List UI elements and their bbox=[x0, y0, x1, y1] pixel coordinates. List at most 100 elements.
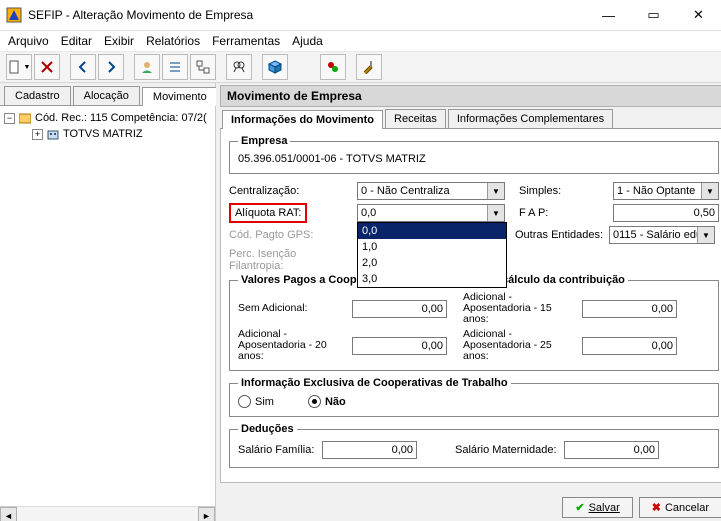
radio-nao-label: Não bbox=[325, 396, 346, 408]
toolbar-new[interactable] bbox=[6, 54, 32, 80]
cancel-button[interactable]: ✖ Cancelar bbox=[639, 497, 721, 518]
scroll-right[interactable]: ► bbox=[198, 507, 215, 521]
radio-sim-label: Sim bbox=[255, 396, 274, 408]
window-title: SEFIP - Alteração Movimento de Empresa bbox=[28, 8, 586, 22]
button-bar: ✔ Salvar ✖ Cancelar bbox=[562, 497, 721, 518]
select-outras[interactable]: 0115 - Salário educ ▼ bbox=[609, 226, 715, 244]
lbl-sem-adicional: Sem Adicional: bbox=[238, 303, 348, 314]
cancel-label: Cancelar bbox=[665, 502, 709, 514]
menubar: Arquivo Editar Exibir Relatórios Ferrame… bbox=[0, 31, 721, 52]
centralizacao-value: 0 - Não Centraliza bbox=[361, 185, 487, 197]
toolbar-list[interactable] bbox=[162, 54, 188, 80]
dropdown-option-1[interactable]: 1,0 bbox=[358, 239, 506, 255]
input-ad20[interactable] bbox=[352, 337, 447, 355]
maximize-button[interactable]: ▭ bbox=[631, 0, 676, 30]
tree-child-label: TOTVS MATRIZ bbox=[63, 128, 143, 140]
legend-deducoes: Deduções bbox=[238, 423, 297, 435]
collapse-icon[interactable]: − bbox=[4, 113, 15, 124]
menu-editar[interactable]: Editar bbox=[61, 34, 92, 48]
menu-arquivo[interactable]: Arquivo bbox=[8, 34, 49, 48]
empresa-value: 05.396.051/0001-06 - TOTVS MATRIZ bbox=[238, 151, 710, 167]
radio-nao[interactable]: Não bbox=[308, 395, 346, 408]
input-sal-familia[interactable] bbox=[322, 441, 417, 459]
form-area: Empresa 05.396.051/0001-06 - TOTVS MATRI… bbox=[220, 129, 721, 483]
select-centralizacao[interactable]: 0 - Não Centraliza ▼ bbox=[357, 182, 505, 200]
input-fap[interactable] bbox=[613, 204, 719, 222]
check-icon: ✔ bbox=[575, 501, 584, 514]
toolbar-tools[interactable] bbox=[356, 54, 382, 80]
tree-root[interactable]: − Cód. Rec.: 115 Competência: 07/2( bbox=[4, 110, 211, 126]
dropdown-option-2[interactable]: 2,0 bbox=[358, 255, 506, 271]
highlight-aliquota: Alíquota RAT: bbox=[229, 203, 307, 223]
toolbar-forward[interactable] bbox=[98, 54, 124, 80]
left-tabs: Cadastro Alocação Movimento bbox=[0, 83, 215, 106]
tab-movimento[interactable]: Movimento bbox=[142, 87, 218, 106]
lbl-simples: Simples: bbox=[519, 185, 609, 197]
menu-exibir[interactable]: Exibir bbox=[104, 34, 134, 48]
left-pane: Cadastro Alocação Movimento − Cód. Rec.:… bbox=[0, 83, 216, 521]
fieldset-empresa: Empresa 05.396.051/0001-06 - TOTVS MATRI… bbox=[229, 135, 719, 174]
save-button[interactable]: ✔ Salvar bbox=[562, 497, 632, 518]
chevron-down-icon[interactable]: ▼ bbox=[697, 227, 714, 243]
tree[interactable]: − Cód. Rec.: 115 Competência: 07/2( + TO… bbox=[0, 106, 215, 506]
minimize-button[interactable]: — bbox=[586, 0, 631, 30]
tree-child[interactable]: + TOTVS MATRIZ bbox=[32, 126, 211, 142]
itab-compl[interactable]: Informações Complementares bbox=[448, 109, 613, 128]
legend-infoexcl: Informação Exclusiva de Cooperativas de … bbox=[238, 377, 511, 389]
toolbar-tree[interactable] bbox=[190, 54, 216, 80]
dropdown-option-0[interactable]: 0,0 bbox=[358, 223, 506, 239]
chevron-down-icon[interactable]: ▼ bbox=[701, 183, 718, 199]
itab-info[interactable]: Informações do Movimento bbox=[222, 110, 383, 129]
input-ad15[interactable] bbox=[582, 300, 677, 318]
x-icon: ✖ bbox=[652, 501, 661, 514]
menu-relatorios[interactable]: Relatórios bbox=[146, 34, 200, 48]
expand-icon[interactable]: + bbox=[32, 129, 43, 140]
menu-ferramentas[interactable]: Ferramentas bbox=[212, 34, 280, 48]
scroll-left[interactable]: ◄ bbox=[0, 507, 17, 521]
toolbar-cube[interactable] bbox=[262, 54, 288, 80]
tree-hscroll[interactable]: ◄ ► bbox=[0, 506, 215, 521]
close-button[interactable]: ✕ bbox=[676, 0, 721, 30]
toolbar-user[interactable] bbox=[134, 54, 160, 80]
tab-alocacao[interactable]: Alocação bbox=[73, 86, 140, 105]
lbl-codpagto: Cód. Pagto GPS: bbox=[229, 229, 353, 241]
scroll-track[interactable] bbox=[17, 506, 198, 521]
chevron-down-icon[interactable]: ▼ bbox=[487, 183, 504, 199]
lbl-ad15: Adicional - Aposentadoria - 15 anos: bbox=[463, 292, 578, 325]
lbl-sal-familia: Salário Família: bbox=[238, 444, 318, 456]
app-icon bbox=[6, 7, 22, 23]
legend-empresa: Empresa bbox=[238, 135, 290, 147]
save-label: Salvar bbox=[589, 502, 620, 514]
radio-icon bbox=[308, 395, 321, 408]
lbl-aliquota: Alíquota RAT: bbox=[229, 207, 353, 219]
select-simples[interactable]: 1 - Não Optante ▼ bbox=[613, 182, 719, 200]
toolbar-find[interactable] bbox=[226, 54, 252, 80]
select-aliquota[interactable]: 0,0 ▼ bbox=[357, 204, 505, 222]
simples-value: 1 - Não Optante bbox=[617, 185, 701, 197]
inner-tabs: Informações do Movimento Receitas Inform… bbox=[220, 109, 721, 129]
toolbar-back[interactable] bbox=[70, 54, 96, 80]
itab-receitas[interactable]: Receitas bbox=[385, 109, 446, 128]
aliquota-value: 0,0 bbox=[361, 207, 487, 219]
lbl-outras: Outras Entidades: bbox=[515, 229, 605, 241]
radio-sim[interactable]: Sim bbox=[238, 395, 274, 408]
fieldset-deducoes: Deduções Salário Família: Salário Matern… bbox=[229, 423, 719, 468]
lbl-sal-mat: Salário Maternidade: bbox=[455, 444, 560, 456]
titlebar: SEFIP - Alteração Movimento de Empresa —… bbox=[0, 0, 721, 31]
lbl-ad25: Adicional - Aposentadoria - 25 anos: bbox=[463, 329, 578, 362]
dropdown-option-3[interactable]: 3,0 bbox=[358, 271, 506, 287]
folder-icon bbox=[19, 112, 31, 124]
toolbar bbox=[0, 52, 721, 83]
toolbar-delete[interactable] bbox=[34, 54, 60, 80]
right-pane: Movimento de Empresa Informações do Movi… bbox=[216, 83, 721, 521]
lbl-perciso: Perc. Isenção Filantropia: bbox=[229, 248, 353, 272]
chevron-down-icon[interactable]: ▼ bbox=[487, 205, 504, 221]
tab-cadastro[interactable]: Cadastro bbox=[4, 86, 71, 105]
input-ad25[interactable] bbox=[582, 337, 677, 355]
fieldset-coop: Valores Pagos a Cooperativas de Trabalho… bbox=[229, 274, 719, 371]
input-sal-mat[interactable] bbox=[564, 441, 659, 459]
toolbar-settings[interactable] bbox=[320, 54, 346, 80]
input-sem-adicional[interactable] bbox=[352, 300, 447, 318]
menu-ajuda[interactable]: Ajuda bbox=[292, 34, 323, 48]
aliquota-dropdown[interactable]: 0,0 1,0 2,0 3,0 bbox=[357, 222, 507, 288]
